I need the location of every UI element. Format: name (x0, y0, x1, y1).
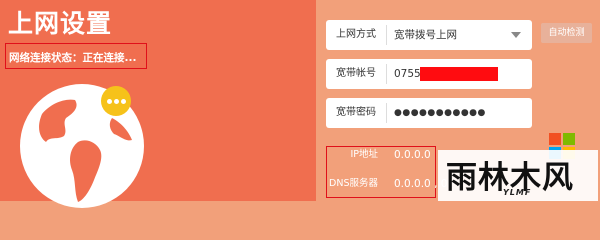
divider (386, 103, 387, 123)
divider (386, 64, 387, 84)
connection-status-text: 网络连接状态：正在连接... (9, 52, 137, 64)
chevron-down-icon[interactable] (511, 32, 521, 38)
redaction-mark (420, 67, 498, 81)
divider (386, 25, 387, 45)
page-title: 上网设置 (8, 9, 113, 38)
watermark-subtitle: YLMF (503, 188, 532, 197)
connection-type-select[interactable]: 上网方式 宽带拨号上网 (326, 20, 532, 50)
account-input[interactable]: 0755 (394, 59, 421, 89)
more-badge-icon[interactable] (101, 86, 131, 116)
password-label: 宽带密码 (336, 107, 376, 118)
connection-type-label: 上网方式 (336, 29, 376, 40)
connection-status-box: 网络连接状态：正在连接... (5, 43, 147, 69)
account-label: 宽带帐号 (336, 68, 376, 79)
ip-address-label: IP地址 (350, 149, 378, 160)
ip-address-value: 0.0.0.0 (394, 149, 431, 161)
password-input[interactable]: ●●●●●●●●●●● (394, 98, 486, 128)
left-panel: 上网设置 网络连接状态：正在连接... (0, 0, 316, 208)
connection-type-value: 宽带拨号上网 (394, 29, 457, 41)
dns-server-label: DNS服务器 (329, 178, 378, 189)
password-field[interactable]: 宽带密码 ●●●●●●●●●●● (326, 98, 532, 128)
auto-detect-button[interactable]: 自动检测 (541, 23, 592, 43)
